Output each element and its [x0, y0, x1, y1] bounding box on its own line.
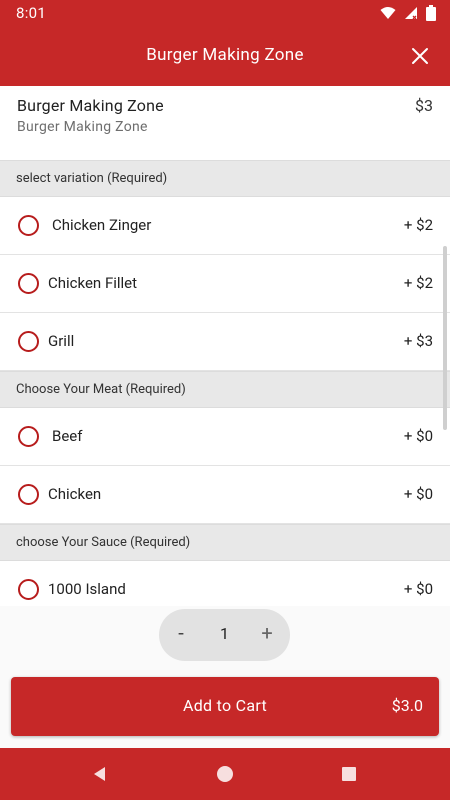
close-button[interactable]	[408, 44, 432, 68]
quantity-stepper: - 1 +	[159, 609, 290, 661]
increment-button[interactable]: +	[255, 622, 279, 646]
option-label: 1000 Island	[48, 580, 126, 598]
option-price: + $2	[403, 216, 433, 234]
back-icon	[94, 767, 105, 781]
option-label: Beef	[52, 427, 83, 445]
home-icon	[217, 766, 233, 782]
add-to-cart-label: Add to Cart	[182, 696, 268, 715]
option-price: + $0	[403, 427, 433, 445]
footer: - 1 + Add to Cart $3.0	[0, 606, 450, 748]
option-beef[interactable]: Beef + $0	[0, 408, 450, 466]
status-icons	[380, 5, 436, 21]
option-chicken-zinger[interactable]: Chicken Zinger + $2	[0, 197, 450, 255]
app-title: Burger Making Zone	[146, 45, 304, 65]
radio-button[interactable]	[18, 215, 39, 236]
option-grill[interactable]: Grill + $3	[0, 313, 450, 371]
option-label: Grill	[48, 332, 75, 350]
close-icon	[412, 48, 428, 64]
radio-button[interactable]	[18, 579, 39, 600]
signal-icon	[405, 7, 417, 20]
options-list[interactable]: select variation (Required) Chicken Zing…	[0, 160, 450, 606]
option-chicken-fillet[interactable]: Chicken Fillet + $2	[0, 255, 450, 313]
product-subtitle: Burger Making Zone	[17, 119, 148, 135]
option-price: + $0	[403, 485, 433, 503]
option-label: Chicken	[48, 485, 102, 503]
navigation-bar	[0, 748, 450, 800]
option-price: + $2	[403, 274, 433, 292]
section-header-variation: select variation (Required)	[0, 160, 450, 197]
cart-total: $3.0	[391, 696, 423, 715]
section-header-meat: Choose Your Meat (Required)	[0, 371, 450, 408]
section-header-sauce: choose Your Sauce (Required)	[0, 524, 450, 561]
option-label: Chicken Zinger	[52, 216, 152, 234]
product-name: Burger Making Zone	[17, 96, 164, 115]
back-button[interactable]	[88, 762, 112, 786]
status-bar: 8:01	[0, 0, 450, 26]
option-price: + $3	[403, 332, 433, 350]
recents-icon	[342, 767, 356, 781]
product-header: Burger Making Zone Burger Making Zone $3	[0, 86, 450, 160]
option-1000-island[interactable]: 1000 Island + $0	[0, 561, 450, 606]
home-button[interactable]	[213, 762, 237, 786]
recents-button[interactable]	[337, 762, 361, 786]
option-chicken[interactable]: Chicken + $0	[0, 466, 450, 524]
radio-button[interactable]	[18, 273, 39, 294]
app-bar: Burger Making Zone	[0, 26, 450, 86]
wifi-icon	[380, 7, 396, 19]
option-price: + $0	[403, 580, 433, 598]
add-to-cart-button[interactable]: Add to Cart $3.0	[11, 677, 439, 736]
option-label: Chicken Fillet	[48, 274, 138, 292]
product-price: $3	[415, 96, 433, 115]
status-time: 8:01	[16, 4, 47, 22]
radio-button[interactable]	[18, 484, 39, 505]
battery-icon	[426, 5, 436, 21]
scrollbar-thumb[interactable]	[443, 246, 447, 430]
radio-button[interactable]	[18, 331, 39, 352]
radio-button[interactable]	[18, 426, 39, 447]
